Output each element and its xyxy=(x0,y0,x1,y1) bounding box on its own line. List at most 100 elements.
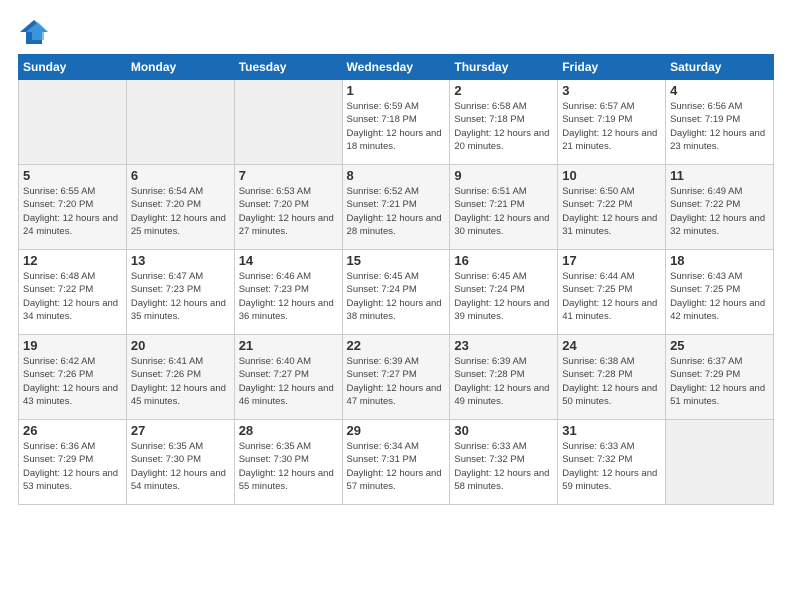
day-info: Sunrise: 6:44 AM Sunset: 7:25 PM Dayligh… xyxy=(562,270,661,323)
calendar-cell xyxy=(19,80,127,165)
day-number: 22 xyxy=(347,338,446,353)
header-tuesday: Tuesday xyxy=(234,55,342,80)
day-number: 24 xyxy=(562,338,661,353)
calendar-page: SundayMondayTuesdayWednesdayThursdayFrid… xyxy=(0,0,792,612)
day-number: 21 xyxy=(239,338,338,353)
calendar-cell: 20 Sunrise: 6:41 AM Sunset: 7:26 PM Dayli… xyxy=(126,335,234,420)
day-number: 19 xyxy=(23,338,122,353)
day-info: Sunrise: 6:57 AM Sunset: 7:19 PM Dayligh… xyxy=(562,100,661,153)
day-info: Sunrise: 6:55 AM Sunset: 7:20 PM Dayligh… xyxy=(23,185,122,238)
day-info: Sunrise: 6:36 AM Sunset: 7:29 PM Dayligh… xyxy=(23,440,122,493)
calendar-cell: 22 Sunrise: 6:39 AM Sunset: 7:27 PM Dayli… xyxy=(342,335,450,420)
day-info: Sunrise: 6:39 AM Sunset: 7:28 PM Dayligh… xyxy=(454,355,553,408)
header-monday: Monday xyxy=(126,55,234,80)
day-info: Sunrise: 6:46 AM Sunset: 7:23 PM Dayligh… xyxy=(239,270,338,323)
day-info: Sunrise: 6:39 AM Sunset: 7:27 PM Dayligh… xyxy=(347,355,446,408)
day-number: 2 xyxy=(454,83,553,98)
calendar-body: 1 Sunrise: 6:59 AM Sunset: 7:18 PM Daylig… xyxy=(19,80,774,505)
calendar-table: SundayMondayTuesdayWednesdayThursdayFrid… xyxy=(18,54,774,505)
calendar-cell xyxy=(666,420,774,505)
day-info: Sunrise: 6:49 AM Sunset: 7:22 PM Dayligh… xyxy=(670,185,769,238)
week-row-3: 12 Sunrise: 6:48 AM Sunset: 7:22 PM Dayli… xyxy=(19,250,774,335)
calendar-cell: 3Sunrise: 6:57 AM Sunset: 7:19 PM Daylig… xyxy=(558,80,666,165)
day-number: 1 xyxy=(347,83,446,98)
calendar-cell: 5Sunrise: 6:55 AM Sunset: 7:20 PM Daylig… xyxy=(19,165,127,250)
day-info: Sunrise: 6:54 AM Sunset: 7:20 PM Dayligh… xyxy=(131,185,230,238)
day-info: Sunrise: 6:34 AM Sunset: 7:31 PM Dayligh… xyxy=(347,440,446,493)
day-info: Sunrise: 6:50 AM Sunset: 7:22 PM Dayligh… xyxy=(562,185,661,238)
calendar-cell: 2 Sunrise: 6:58 AM Sunset: 7:18 PM Daylig… xyxy=(450,80,558,165)
day-info: Sunrise: 6:58 AM Sunset: 7:18 PM Dayligh… xyxy=(454,100,553,153)
day-number: 8 xyxy=(347,168,446,183)
week-row-5: 26 Sunrise: 6:36 AM Sunset: 7:29 PM Dayli… xyxy=(19,420,774,505)
day-number: 28 xyxy=(239,423,338,438)
calendar-cell: 27 Sunrise: 6:35 AM Sunset: 7:30 PM Dayli… xyxy=(126,420,234,505)
day-number: 6 xyxy=(131,168,230,183)
day-number: 17 xyxy=(562,253,661,268)
day-info: Sunrise: 6:45 AM Sunset: 7:24 PM Dayligh… xyxy=(454,270,553,323)
calendar-cell: 26 Sunrise: 6:36 AM Sunset: 7:29 PM Dayli… xyxy=(19,420,127,505)
day-info: Sunrise: 6:40 AM Sunset: 7:27 PM Dayligh… xyxy=(239,355,338,408)
calendar-cell: 7Sunrise: 6:53 AM Sunset: 7:20 PM Daylig… xyxy=(234,165,342,250)
day-info: Sunrise: 6:59 AM Sunset: 7:18 PM Dayligh… xyxy=(347,100,446,153)
day-number: 23 xyxy=(454,338,553,353)
calendar-cell xyxy=(126,80,234,165)
calendar-cell: 31Sunrise: 6:33 AM Sunset: 7:32 PM Dayli… xyxy=(558,420,666,505)
page-header xyxy=(18,18,774,46)
week-row-1: 1 Sunrise: 6:59 AM Sunset: 7:18 PM Daylig… xyxy=(19,80,774,165)
header-sunday: Sunday xyxy=(19,55,127,80)
calendar-cell: 18 Sunrise: 6:43 AM Sunset: 7:25 PM Dayli… xyxy=(666,250,774,335)
calendar-cell: 11Sunrise: 6:49 AM Sunset: 7:22 PM Dayli… xyxy=(666,165,774,250)
day-number: 18 xyxy=(670,253,769,268)
calendar-cell: 8 Sunrise: 6:52 AM Sunset: 7:21 PM Daylig… xyxy=(342,165,450,250)
calendar-cell: 19 Sunrise: 6:42 AM Sunset: 7:26 PM Dayli… xyxy=(19,335,127,420)
day-info: Sunrise: 6:35 AM Sunset: 7:30 PM Dayligh… xyxy=(239,440,338,493)
calendar-cell: 15 Sunrise: 6:45 AM Sunset: 7:24 PM Dayli… xyxy=(342,250,450,335)
day-info: Sunrise: 6:38 AM Sunset: 7:28 PM Dayligh… xyxy=(562,355,661,408)
calendar-cell: 16 Sunrise: 6:45 AM Sunset: 7:24 PM Dayli… xyxy=(450,250,558,335)
calendar-cell xyxy=(234,80,342,165)
day-number: 15 xyxy=(347,253,446,268)
calendar-header: SundayMondayTuesdayWednesdayThursdayFrid… xyxy=(19,55,774,80)
day-info: Sunrise: 6:37 AM Sunset: 7:29 PM Dayligh… xyxy=(670,355,769,408)
day-number: 20 xyxy=(131,338,230,353)
calendar-cell: 10Sunrise: 6:50 AM Sunset: 7:22 PM Dayli… xyxy=(558,165,666,250)
day-info: Sunrise: 6:41 AM Sunset: 7:26 PM Dayligh… xyxy=(131,355,230,408)
day-number: 9 xyxy=(454,168,553,183)
calendar-cell: 1 Sunrise: 6:59 AM Sunset: 7:18 PM Daylig… xyxy=(342,80,450,165)
calendar-cell: 23 Sunrise: 6:39 AM Sunset: 7:28 PM Dayli… xyxy=(450,335,558,420)
day-number: 4 xyxy=(670,83,769,98)
logo-icon xyxy=(18,18,50,46)
header-wednesday: Wednesday xyxy=(342,55,450,80)
calendar-cell: 29Sunrise: 6:34 AM Sunset: 7:31 PM Dayli… xyxy=(342,420,450,505)
day-number: 30 xyxy=(454,423,553,438)
calendar-cell: 24 Sunrise: 6:38 AM Sunset: 7:28 PM Dayli… xyxy=(558,335,666,420)
calendar-cell: 14 Sunrise: 6:46 AM Sunset: 7:23 PM Dayli… xyxy=(234,250,342,335)
day-number: 16 xyxy=(454,253,553,268)
day-info: Sunrise: 6:35 AM Sunset: 7:30 PM Dayligh… xyxy=(131,440,230,493)
day-number: 14 xyxy=(239,253,338,268)
calendar-cell: 17 Sunrise: 6:44 AM Sunset: 7:25 PM Dayli… xyxy=(558,250,666,335)
day-info: Sunrise: 6:42 AM Sunset: 7:26 PM Dayligh… xyxy=(23,355,122,408)
day-info: Sunrise: 6:56 AM Sunset: 7:19 PM Dayligh… xyxy=(670,100,769,153)
day-info: Sunrise: 6:45 AM Sunset: 7:24 PM Dayligh… xyxy=(347,270,446,323)
header-thursday: Thursday xyxy=(450,55,558,80)
day-info: Sunrise: 6:47 AM Sunset: 7:23 PM Dayligh… xyxy=(131,270,230,323)
day-number: 13 xyxy=(131,253,230,268)
day-info: Sunrise: 6:52 AM Sunset: 7:21 PM Dayligh… xyxy=(347,185,446,238)
header-friday: Friday xyxy=(558,55,666,80)
calendar-cell: 25Sunrise: 6:37 AM Sunset: 7:29 PM Dayli… xyxy=(666,335,774,420)
header-saturday: Saturday xyxy=(666,55,774,80)
day-number: 27 xyxy=(131,423,230,438)
day-info: Sunrise: 6:43 AM Sunset: 7:25 PM Dayligh… xyxy=(670,270,769,323)
day-info: Sunrise: 6:33 AM Sunset: 7:32 PM Dayligh… xyxy=(454,440,553,493)
calendar-cell: 21 Sunrise: 6:40 AM Sunset: 7:27 PM Dayli… xyxy=(234,335,342,420)
logo xyxy=(18,18,54,46)
calendar-cell: 12 Sunrise: 6:48 AM Sunset: 7:22 PM Dayli… xyxy=(19,250,127,335)
day-number: 26 xyxy=(23,423,122,438)
header-row: SundayMondayTuesdayWednesdayThursdayFrid… xyxy=(19,55,774,80)
day-number: 12 xyxy=(23,253,122,268)
day-info: Sunrise: 6:48 AM Sunset: 7:22 PM Dayligh… xyxy=(23,270,122,323)
day-number: 31 xyxy=(562,423,661,438)
calendar-cell: 28 Sunrise: 6:35 AM Sunset: 7:30 PM Dayli… xyxy=(234,420,342,505)
